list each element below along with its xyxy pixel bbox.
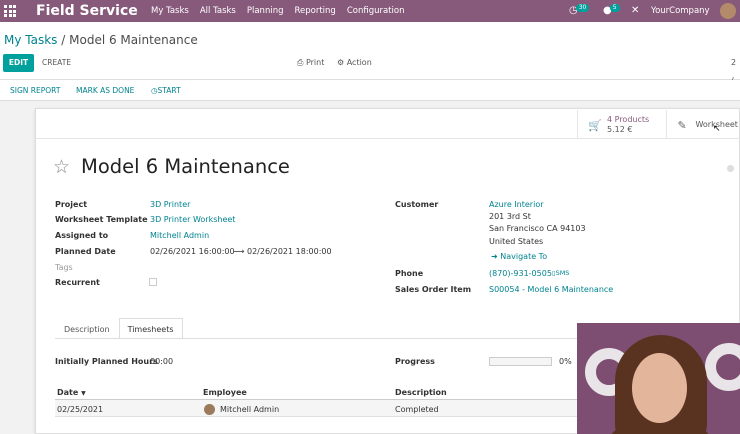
planned-hours-value: 00:00 bbox=[150, 357, 174, 366]
menu-all-tasks[interactable]: All Tasks bbox=[200, 0, 236, 22]
sign-report-button[interactable]: SIGN REPORT bbox=[10, 80, 60, 101]
project-link[interactable]: 3D Printer bbox=[150, 199, 190, 210]
message-count-badge: 5 bbox=[609, 4, 620, 12]
products-total: 5.12 € bbox=[607, 125, 633, 134]
pencil-icon: ✎ bbox=[677, 119, 687, 132]
mouse-cursor-icon: ↖ bbox=[713, 124, 721, 134]
menu-my-tasks[interactable]: My Tasks bbox=[151, 0, 189, 22]
logo-ring bbox=[705, 343, 740, 391]
menu-configuration[interactable]: Configuration bbox=[347, 0, 405, 22]
project-label: Project bbox=[55, 200, 88, 209]
control-panel: My Tasks / Model 6 Maintenance EDIT CREA… bbox=[0, 22, 740, 85]
apps-menu-icon[interactable] bbox=[4, 5, 16, 17]
record-title: Model 6 Maintenance bbox=[81, 155, 290, 178]
customer-address-line2: San Francisco CA 94103 bbox=[489, 224, 586, 233]
edit-button[interactable]: EDIT bbox=[3, 54, 34, 72]
phone-link[interactable]: (870)-931-0505 bbox=[489, 268, 552, 279]
navigate-to-button[interactable]: ➜ Navigate To bbox=[491, 251, 547, 262]
app-title[interactable]: Field Service bbox=[36, 2, 138, 20]
menu-reporting[interactable]: Reporting bbox=[294, 0, 335, 22]
tags-label: Tags bbox=[55, 263, 73, 272]
messaging-button[interactable]: ●5 bbox=[603, 0, 622, 22]
sales-order-item-label: Sales Order Item bbox=[395, 285, 472, 294]
products-count: 4 Products bbox=[607, 115, 650, 124]
user-avatar[interactable] bbox=[720, 3, 736, 19]
print-dropdown[interactable]: ⎙ Print bbox=[297, 54, 324, 72]
worksheet-template-label: Worksheet Template bbox=[55, 215, 148, 224]
recurrent-label: Recurrent bbox=[55, 278, 100, 287]
worksheet-template-link[interactable]: 3D Printer Worksheet bbox=[150, 214, 235, 225]
progress-value: 0% bbox=[559, 357, 572, 366]
presenter-video-overlay bbox=[577, 323, 740, 434]
arrow-right-icon: ➜ bbox=[491, 252, 498, 261]
planned-start-date: 02/26/2021 16:00:00 bbox=[150, 247, 235, 256]
breadcrumb-separator: / bbox=[61, 33, 66, 47]
notebook-tabs: Description Timesheets bbox=[55, 318, 183, 339]
form-statusbar: SIGN REPORT MARK AS DONE ◷START bbox=[0, 80, 740, 101]
gear-icon: ⚙ bbox=[337, 58, 345, 67]
breadcrumb: My Tasks / Model 6 Maintenance bbox=[4, 32, 198, 48]
progress-label: Progress bbox=[395, 357, 435, 366]
mark-as-done-button[interactable]: MARK AS DONE bbox=[76, 80, 134, 101]
sms-button[interactable]: ▯SMS bbox=[552, 268, 569, 279]
progress-bar bbox=[489, 357, 552, 366]
planned-end-date: 02/26/2021 18:00:00 bbox=[247, 247, 332, 256]
phone-label: Phone bbox=[395, 269, 424, 278]
customer-address-line3: United States bbox=[489, 237, 544, 246]
tools-icon[interactable]: ✕ bbox=[631, 0, 639, 22]
activity-button[interactable]: ◷30 bbox=[569, 0, 591, 22]
row-date: 02/25/2021 bbox=[57, 405, 104, 414]
customer-label: Customer bbox=[395, 200, 439, 209]
sales-order-item-link[interactable]: S00054 - Model 6 Maintenance bbox=[489, 284, 613, 295]
start-button[interactable]: ◷START bbox=[151, 80, 181, 101]
row-description: Completed bbox=[395, 405, 439, 414]
kanban-state-dot[interactable] bbox=[727, 165, 734, 172]
tab-timesheets[interactable]: Timesheets bbox=[118, 318, 183, 339]
recurrent-checkbox[interactable] bbox=[149, 278, 157, 286]
priority-star-icon[interactable]: ☆ bbox=[53, 156, 70, 178]
worksheet-smart-button[interactable]: ✎ Worksheet bbox=[667, 110, 740, 138]
cart-icon: 🛒 bbox=[588, 119, 602, 132]
presenter-face bbox=[632, 353, 687, 423]
menu-planning[interactable]: Planning bbox=[247, 0, 284, 22]
column-header-description[interactable]: Description bbox=[395, 387, 447, 398]
main-menu: My Tasks All Tasks Planning Reporting Co… bbox=[151, 0, 404, 22]
breadcrumb-current: Model 6 Maintenance bbox=[69, 33, 198, 47]
row-employee: Mitchell Admin bbox=[220, 405, 280, 414]
print-icon: ⎙ bbox=[297, 58, 304, 67]
planned-date-label: Planned Date bbox=[55, 247, 116, 256]
action-dropdown[interactable]: ⚙ Action bbox=[337, 54, 372, 72]
activity-count-badge: 30 bbox=[575, 4, 590, 12]
assigned-to-label: Assigned to bbox=[55, 231, 109, 240]
arrow-right-icon: ⟶ bbox=[233, 247, 245, 256]
column-header-date[interactable]: Date ▼ bbox=[57, 387, 86, 399]
planned-hours-label: Initially Planned Hours bbox=[55, 357, 158, 366]
top-navbar: Field Service My Tasks All Tasks Plannin… bbox=[0, 0, 740, 22]
customer-link[interactable]: Azure Interior bbox=[489, 199, 544, 210]
create-button[interactable]: CREATE bbox=[42, 54, 71, 72]
breadcrumb-my-tasks[interactable]: My Tasks bbox=[4, 33, 57, 47]
column-header-employee[interactable]: Employee bbox=[203, 387, 247, 398]
divider bbox=[36, 138, 740, 139]
employee-avatar bbox=[204, 404, 215, 415]
tab-description[interactable]: Description bbox=[55, 318, 119, 339]
customer-address-line1: 201 3rd St bbox=[489, 212, 531, 221]
assigned-to-link[interactable]: Mitchell Admin bbox=[150, 230, 209, 241]
products-smart-button[interactable]: 🛒 4 Products 5.12 € bbox=[578, 110, 668, 138]
caret-down-icon: ▼ bbox=[81, 390, 86, 397]
company-switcher[interactable]: YourCompany bbox=[651, 0, 710, 22]
